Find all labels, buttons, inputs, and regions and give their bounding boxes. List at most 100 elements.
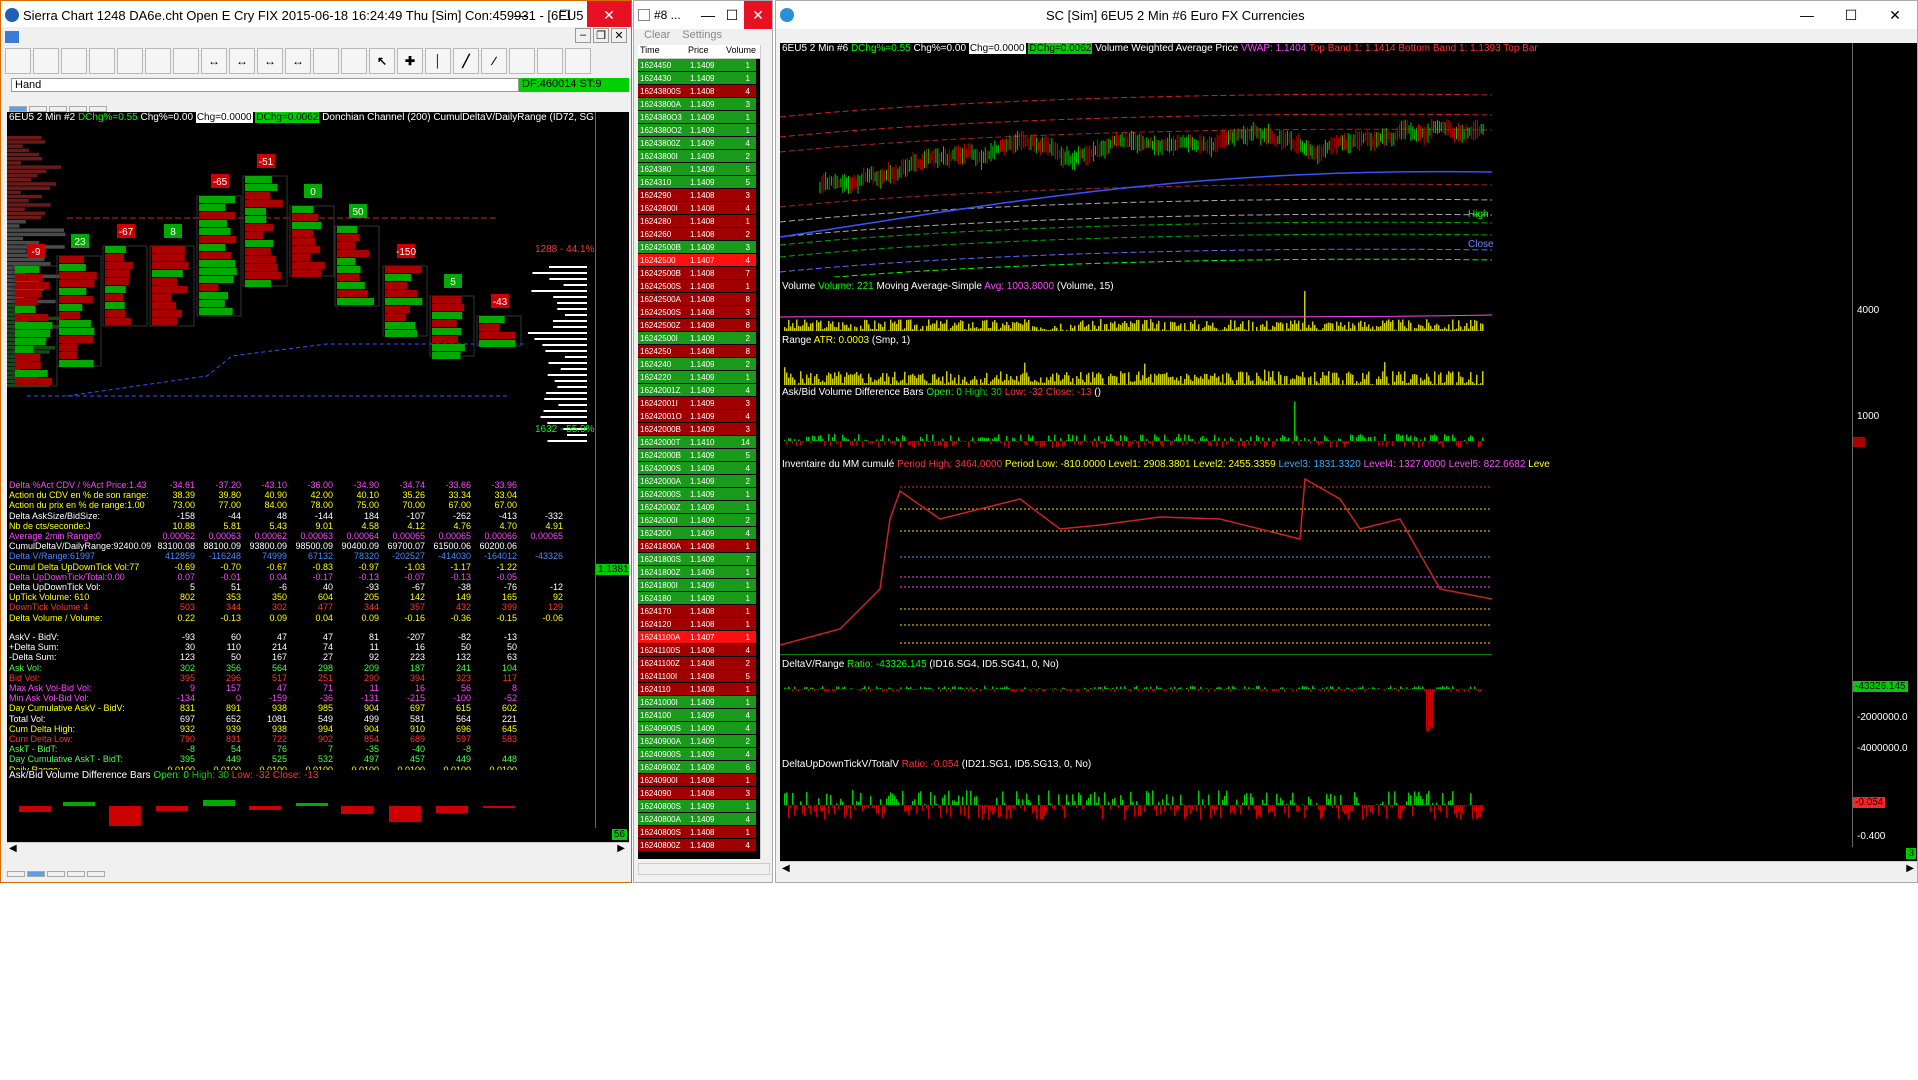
ts-row[interactable]: 1624430 1.1409 1	[638, 72, 756, 85]
toolbar-fs-button[interactable]	[5, 48, 31, 74]
ts-row[interactable]: 16243800S 1.1408 4	[638, 85, 756, 98]
right-maximize-icon[interactable]: ☐	[1829, 1, 1873, 29]
ts-row[interactable]: 1624450 1.1409 1	[638, 59, 756, 72]
ts-row[interactable]: 16242500S 1.1408 3	[638, 306, 756, 319]
ts-row[interactable]: 16241000I 1.1409 1	[638, 696, 756, 709]
ts-row[interactable]: 1624090 1.1408 3	[638, 787, 756, 800]
maximize-icon[interactable]: ☐	[543, 1, 587, 29]
ts-row[interactable]: 16242000I 1.1409 2	[638, 514, 756, 527]
ts-minimize-icon[interactable]: —	[696, 1, 720, 29]
ts-row[interactable]: 16242500A 1.1408 8	[638, 293, 756, 306]
right-window-titlebar[interactable]: SC [Sim] 6EU5 2 Min #6 Euro FX Currencie…	[776, 1, 1917, 29]
toolbar-dis-button[interactable]	[173, 48, 199, 74]
ray-icon[interactable]: ╱	[453, 48, 479, 74]
toolbar-cs-button[interactable]	[313, 48, 339, 74]
ts-row[interactable]: 16242500S 1.1408 1	[638, 280, 756, 293]
spacing-tool-icon[interactable]: ↔	[229, 48, 255, 74]
ts-row[interactable]: 1624310 1.1409 5	[638, 176, 756, 189]
ts-row[interactable]: 16240900I 1.1408 1	[638, 774, 756, 787]
ts-col-time[interactable]: Time	[638, 45, 688, 58]
ts-row[interactable]: 16242000S 1.1409 1	[638, 488, 756, 501]
ts-row[interactable]: 16240900S 1.1409 4	[638, 748, 756, 761]
ts-row[interactable]: 16242800I 1.1408 4	[638, 202, 756, 215]
ts-row[interactable]: 1624240 1.1409 2	[638, 358, 756, 371]
left-horizontal-scrollbar[interactable]: ◀ ▶	[7, 842, 629, 856]
crosshair-icon[interactable]: ✚	[397, 48, 423, 74]
left-price-chart[interactable]: 6EU5 2 Min #2 DChg%=0.55 Chg%=0.00 Chg=0…	[7, 112, 629, 460]
chart-tab-2[interactable]	[47, 871, 65, 877]
right-close-icon[interactable]: ✕	[1873, 1, 1917, 29]
ts-row[interactable]: 16241800Z 1.1409 1	[638, 566, 756, 579]
ts-row[interactable]: 1624100 1.1409 4	[638, 709, 756, 722]
spacing-tool-icon[interactable]: ↔	[285, 48, 311, 74]
cursor-icon[interactable]: ↖	[369, 48, 395, 74]
right-minimize-icon[interactable]: —	[1785, 1, 1829, 29]
toolbar-con-button[interactable]	[145, 48, 171, 74]
ts-row[interactable]: 16241800I 1.1409 1	[638, 579, 756, 592]
ts-row[interactable]: 16241800A 1.1408 1	[638, 540, 756, 553]
ts-row[interactable]: 16243800I 1.1409 2	[638, 150, 756, 163]
left-price-axis[interactable]	[595, 112, 629, 460]
mdi-restore-icon[interactable]: ❐	[593, 28, 609, 43]
ts-row[interactable]: 1624260 1.1408 2	[638, 228, 756, 241]
ts-row[interactable]: 16242001Z 1.1409 4	[638, 384, 756, 397]
ts-row[interactable]: 16242500 1.1407 4	[638, 254, 756, 267]
toolbar-tc-1-button[interactable]	[537, 48, 563, 74]
toolbar-oc-button[interactable]	[33, 48, 59, 74]
chart-tab-1[interactable]	[27, 871, 45, 877]
ts-row[interactable]: 16243800A 1.1409 3	[638, 98, 756, 111]
toolbar-tc-2-button[interactable]	[565, 48, 591, 74]
spacing-tool-icon[interactable]: ↔	[201, 48, 227, 74]
ts-row[interactable]: 1624280 1.1408 1	[638, 215, 756, 228]
ts-row[interactable]: 16243800Z 1.1409 4	[638, 137, 756, 150]
ts-maximize-icon[interactable]: ☐	[720, 1, 744, 29]
ts-row[interactable]: 16240800A 1.1409 4	[638, 813, 756, 826]
ts-row[interactable]: 16240800Z 1.1408 4	[638, 839, 756, 852]
ts-row[interactable]: 16242500Z 1.1408 8	[638, 319, 756, 332]
ts-row[interactable]: 16241800S 1.1409 7	[638, 553, 756, 566]
ts-settings-button[interactable]: Settings	[682, 29, 722, 41]
minimize-icon[interactable]: —	[499, 1, 543, 29]
ts-close-icon[interactable]: ✕	[744, 1, 772, 29]
ts-row[interactable]: 1624380O3 1.1409 1	[638, 111, 756, 124]
chart-tab-4[interactable]	[87, 871, 105, 877]
ts-row[interactable]: 1624180 1.1409 1	[638, 592, 756, 605]
spacing-tool-icon[interactable]: ↔	[257, 48, 283, 74]
toolbar-abc-button[interactable]	[509, 48, 535, 74]
toolbar-sw-button[interactable]	[341, 48, 367, 74]
ts-row[interactable]: 16242500B 1.1408 7	[638, 267, 756, 280]
ts-row[interactable]: 16242000S 1.1409 4	[638, 462, 756, 475]
ts-row[interactable]: 1624380 1.1409 5	[638, 163, 756, 176]
ts-row[interactable]: 16241100A 1.1407 1	[638, 631, 756, 644]
ts-clear-button[interactable]: Clear	[644, 29, 670, 41]
toolbar-cc-button[interactable]	[89, 48, 115, 74]
ts-row[interactable]: 16242000A 1.1409 2	[638, 475, 756, 488]
mdi-close-icon[interactable]: ✕	[611, 28, 627, 43]
ts-row[interactable]: 16241100S 1.1408 4	[638, 644, 756, 657]
ts-vertical-scrollbar[interactable]	[760, 45, 770, 859]
ts-row[interactable]: 16240900Z 1.1409 6	[638, 761, 756, 774]
ts-row[interactable]: 1624250 1.1408 8	[638, 345, 756, 358]
ts-row[interactable]: 1624200 1.1409 4	[638, 527, 756, 540]
ts-row[interactable]: 16242000T 1.1410 14	[638, 436, 756, 449]
ts-row[interactable]: 1624220 1.1409 1	[638, 371, 756, 384]
line-icon[interactable]: │	[425, 48, 451, 74]
ts-row[interactable]: 1624110 1.1408 1	[638, 683, 756, 696]
right-horizontal-scrollbar[interactable]: ◀ ▶	[780, 861, 1917, 877]
ts-row[interactable]: 1624170 1.1408 1	[638, 605, 756, 618]
ts-row[interactable]: 16242001I 1.1409 3	[638, 397, 756, 410]
close-icon[interactable]: ✕	[587, 1, 631, 29]
scroll-left-icon[interactable]: ◀	[9, 843, 17, 854]
ts-row[interactable]: 16242000B 1.1409 3	[638, 423, 756, 436]
scroll-right-icon[interactable]: ▶	[617, 843, 625, 854]
ts-row[interactable]: 16241100I 1.1408 5	[638, 670, 756, 683]
draw-icon[interactable]: ∕	[481, 48, 507, 74]
ts-row[interactable]: 16242000B 1.1409 5	[638, 449, 756, 462]
ts-row[interactable]: 16242000Z 1.1409 1	[638, 501, 756, 514]
ts-horizontal-scrollbar[interactable]	[638, 863, 770, 875]
right-price-axis[interactable]	[1852, 43, 1917, 277]
right-scroll-left-icon[interactable]: ◀	[782, 863, 790, 874]
right-price-chart[interactable]: 6EU5 2 Min #6 DChg%=0.55 Chg%=0.00 Chg=0…	[780, 43, 1917, 277]
ts-col-volume[interactable]: Volume	[726, 45, 756, 58]
ts-row[interactable]: 16240900S 1.1409 4	[638, 722, 756, 735]
